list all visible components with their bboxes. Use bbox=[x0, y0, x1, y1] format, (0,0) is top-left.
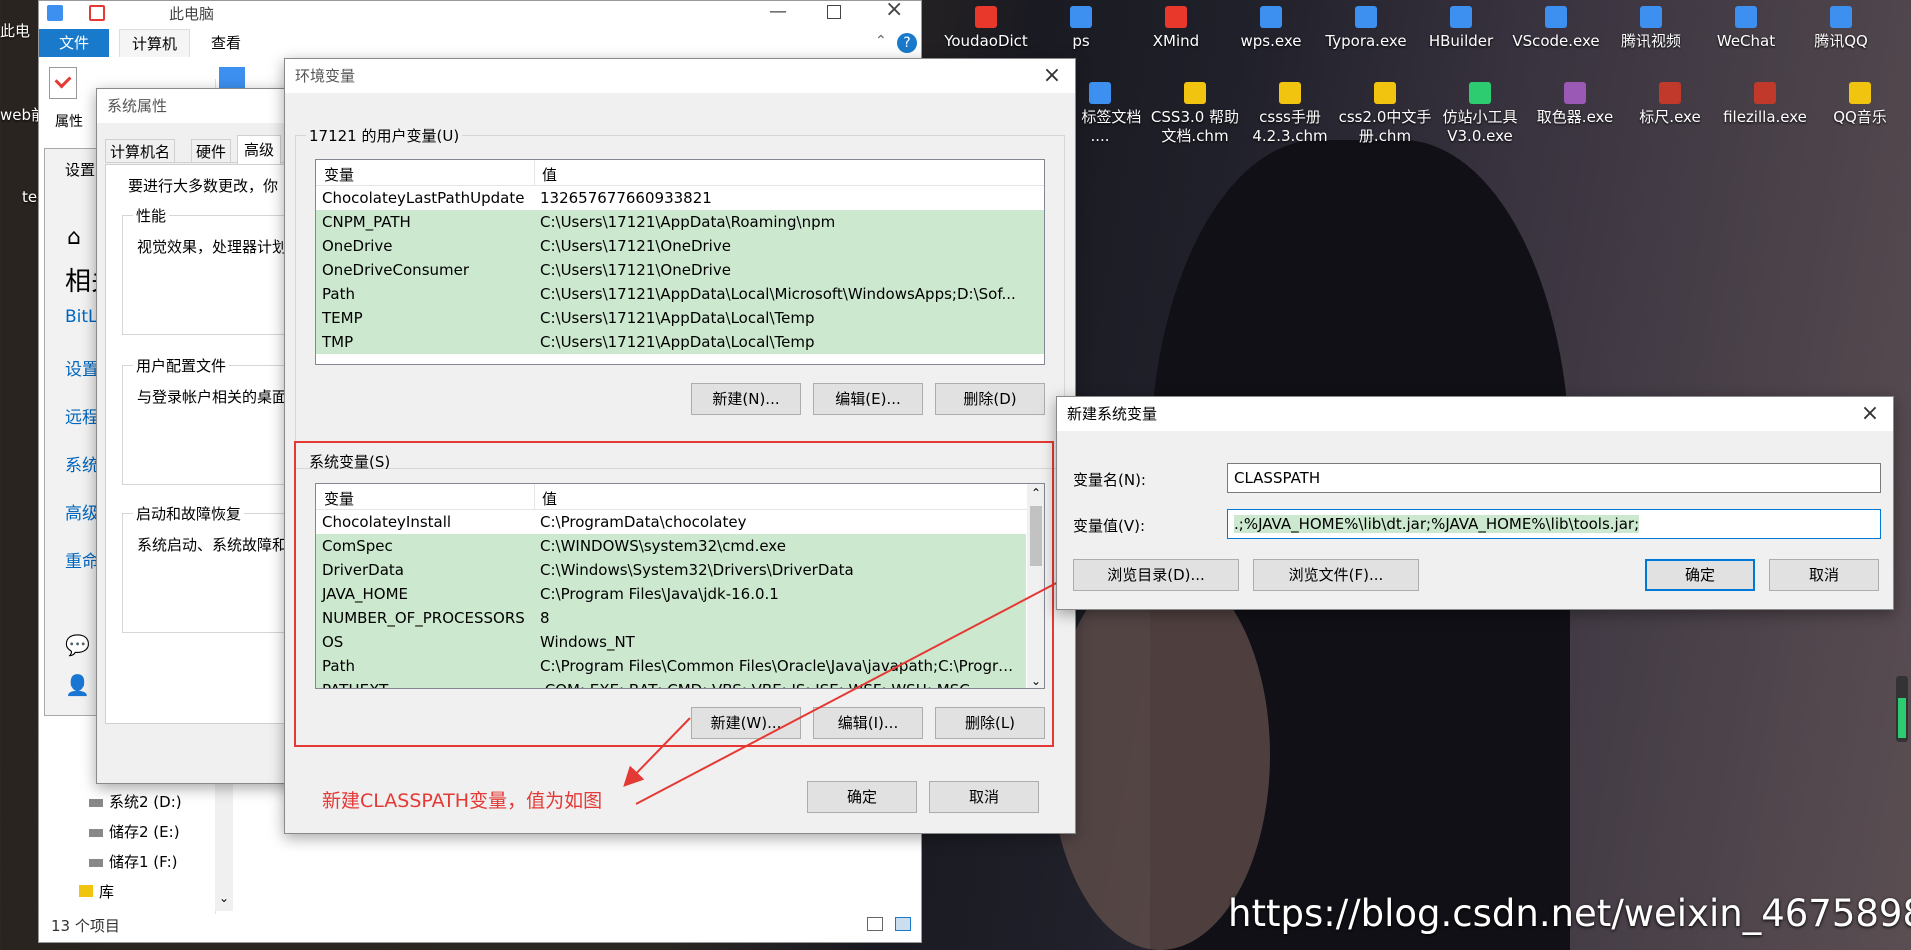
newvar-cancel-button[interactable]: 取消 bbox=[1769, 559, 1879, 591]
variable-value-input[interactable]: .;%JAVA_HOME%\lib\dt.jar;%JAVA_HOME%\lib… bbox=[1227, 509, 1881, 539]
newvar-ok-button[interactable]: 确定 bbox=[1645, 559, 1755, 591]
new-system-variable-dialog: 新建系统变量 × 变量名(N): CLASSPATH 变量值(V): .;%JA… bbox=[1056, 396, 1894, 610]
volume-indicator[interactable] bbox=[1896, 676, 1908, 742]
newvar-close-icon[interactable]: × bbox=[1855, 399, 1885, 429]
arrow-to-new-button bbox=[623, 717, 691, 787]
newvar-value-label: 变量值(V): bbox=[1073, 517, 1146, 535]
variable-name-input[interactable]: CLASSPATH bbox=[1227, 463, 1881, 493]
browse-directory-button[interactable]: 浏览目录(D)... bbox=[1073, 559, 1239, 591]
watermark-url: https://blog.csdn.net/weixin_46758988 bbox=[1228, 892, 1911, 935]
newvar-title: 新建系统变量 bbox=[1057, 397, 1893, 431]
newvar-name-label: 变量名(N): bbox=[1073, 471, 1146, 489]
browse-file-button[interactable]: 浏览文件(F)... bbox=[1253, 559, 1419, 591]
